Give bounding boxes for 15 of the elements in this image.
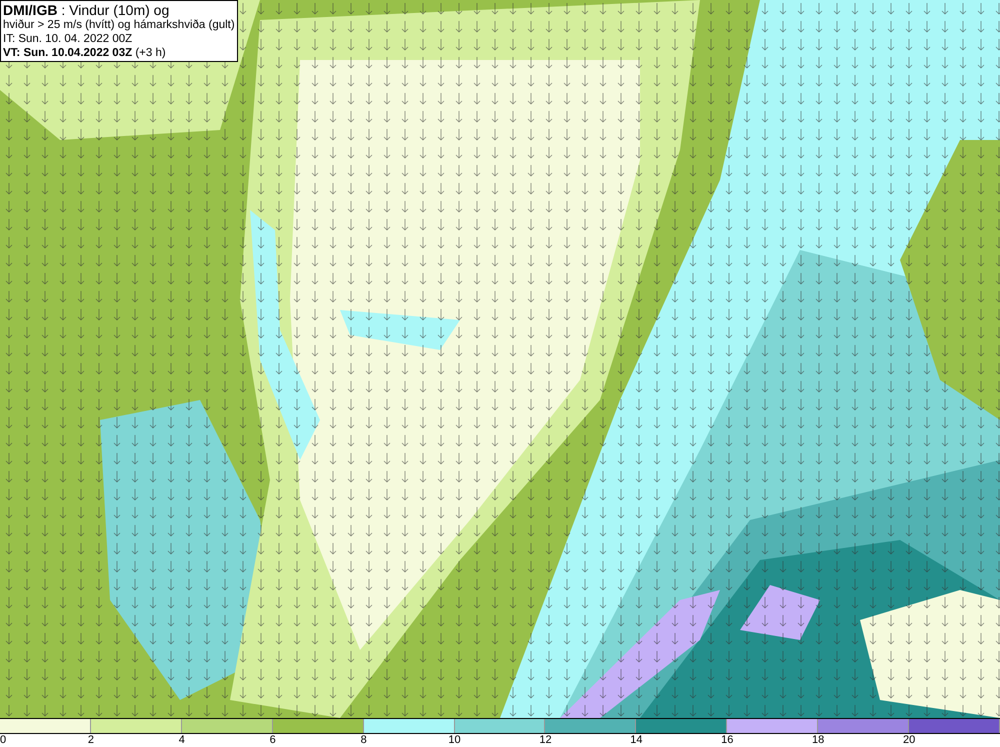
legend-tick-label: 10	[448, 734, 461, 747]
legend-tick-label: 8	[360, 734, 367, 747]
legend-tick-label: 4	[178, 734, 185, 747]
legend-tick-label: 2	[88, 734, 94, 747]
legend-tick-label: 20	[902, 734, 916, 747]
title-line: IT: Sun. 10. 04. 2022 00Z	[3, 32, 134, 46]
legend-tick-label: 18	[812, 734, 824, 747]
title-line: VT: Sun. 10.04.2022 03Z (+3 h)	[3, 46, 167, 60]
legend-tick-label: 0	[0, 734, 6, 747]
legend-tick-label: 6	[270, 734, 276, 747]
legend-tick-label: 16	[721, 734, 734, 747]
title-line: DMI/IGB : Vindur (10m) og	[3, 2, 170, 18]
title-line: hviður > 25 m/s (hvítt) og hámarkshviða (gult)	[3, 18, 235, 32]
legend-tick-label: 12	[539, 734, 552, 747]
legend-tick-label: 14	[630, 734, 642, 747]
